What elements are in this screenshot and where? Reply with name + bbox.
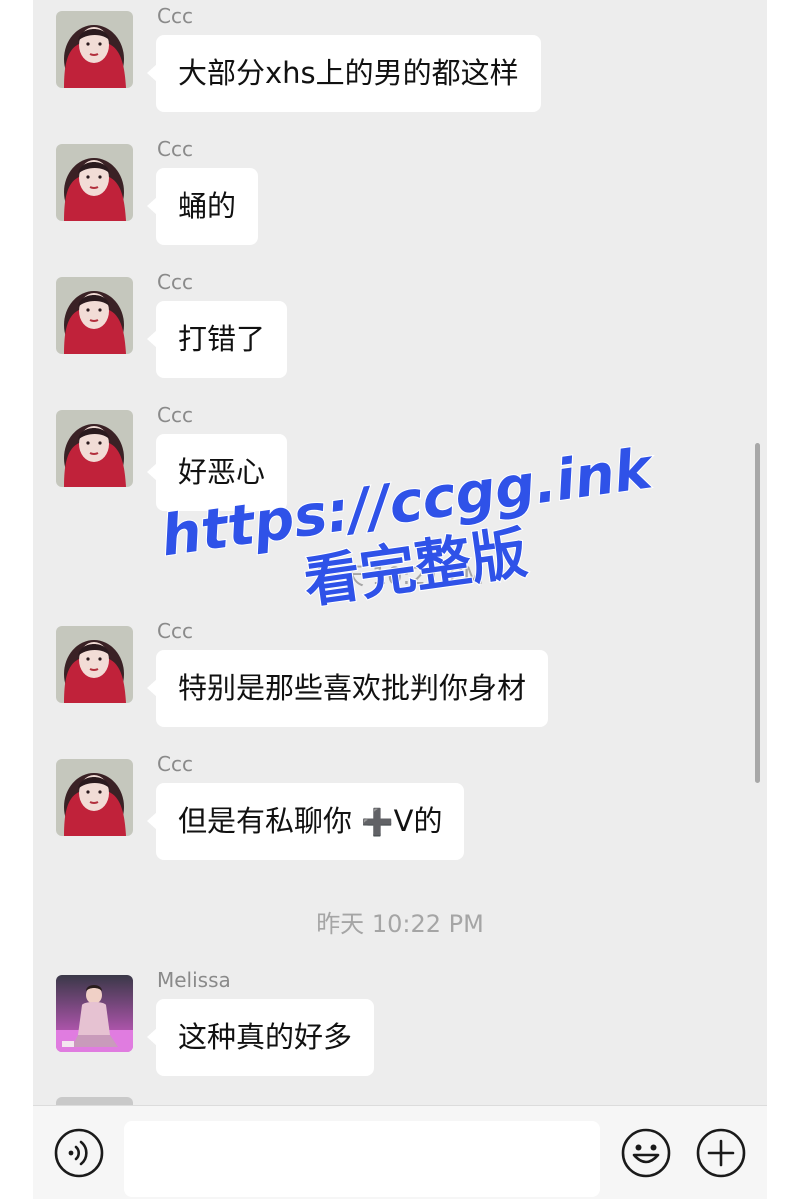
message-bubble[interactable]: 打错了: [146, 301, 288, 378]
plus-icon: [696, 1128, 746, 1178]
message-text: V的: [393, 804, 443, 838]
message-row: Ccc 打错了: [33, 266, 767, 378]
avatar[interactable]: [56, 975, 133, 1052]
avatar[interactable]: [56, 759, 133, 836]
more-button[interactable]: [696, 1128, 746, 1178]
avatar[interactable]: [56, 277, 133, 354]
message-row: Ccc 大部分xhs上的男的都这样: [33, 0, 767, 112]
scrollbar[interactable]: [755, 443, 760, 783]
voice-icon: [54, 1128, 104, 1178]
sender-name: Ccc: [157, 270, 193, 294]
emoji-button[interactable]: [621, 1128, 671, 1178]
sender-name: Ccc: [157, 137, 193, 161]
timestamp: 昨天 10:22 PM: [316, 910, 484, 938]
message-bubble[interactable]: 这种真的好多: [146, 999, 375, 1076]
emoji-icon: [621, 1128, 671, 1178]
message-bubble[interactable]: 大部分xhs上的男的都这样: [147, 35, 541, 112]
message-list[interactable]: Ccc 大部分xhs上的男的都这样 Ccc 蛹的 Ccc 打错了 Ccc 好恶心…: [33, 0, 767, 1105]
message-input[interactable]: [124, 1121, 600, 1197]
avatar[interactable]: [56, 11, 133, 88]
plus-emoji-icon: ➕: [361, 808, 394, 838]
avatar[interactable]: [56, 144, 133, 221]
message-text: 但是有私聊你: [178, 804, 353, 838]
avatar: [56, 1097, 133, 1105]
chat-screen: Ccc 大部分xhs上的男的都这样 Ccc 蛹的 Ccc 打错了 Ccc 好恶心…: [33, 0, 767, 1199]
timestamp: 昨天 10:21 PM: [316, 562, 484, 590]
message-bubble[interactable]: 好恶心: [146, 434, 288, 511]
sender-name: Melissa: [157, 968, 231, 992]
sender-name: Ccc: [157, 752, 193, 776]
voice-button[interactable]: [54, 1128, 104, 1178]
sender-name: Ccc: [157, 403, 193, 427]
message-row: Melissa 这种真的好多: [33, 964, 767, 1076]
message-row: Ccc 好恶心: [33, 399, 767, 511]
avatar[interactable]: [56, 410, 133, 487]
message-row: Ccc 蛹的: [33, 133, 767, 245]
sender-name: Ccc: [157, 4, 193, 28]
message-bubble[interactable]: 但是有私聊你 ➕V的: [146, 783, 465, 860]
message-row: Ccc 特别是那些喜欢批判你身材: [33, 615, 767, 727]
avatar[interactable]: [56, 626, 133, 703]
sender-name: Ccc: [157, 619, 193, 643]
message-bubble[interactable]: 特别是那些喜欢批判你身材: [146, 650, 549, 727]
input-bar: [33, 1105, 767, 1199]
message-bubble[interactable]: 蛹的: [146, 168, 259, 245]
message-row: Ccc 但是有私聊你 ➕V的: [33, 748, 767, 860]
